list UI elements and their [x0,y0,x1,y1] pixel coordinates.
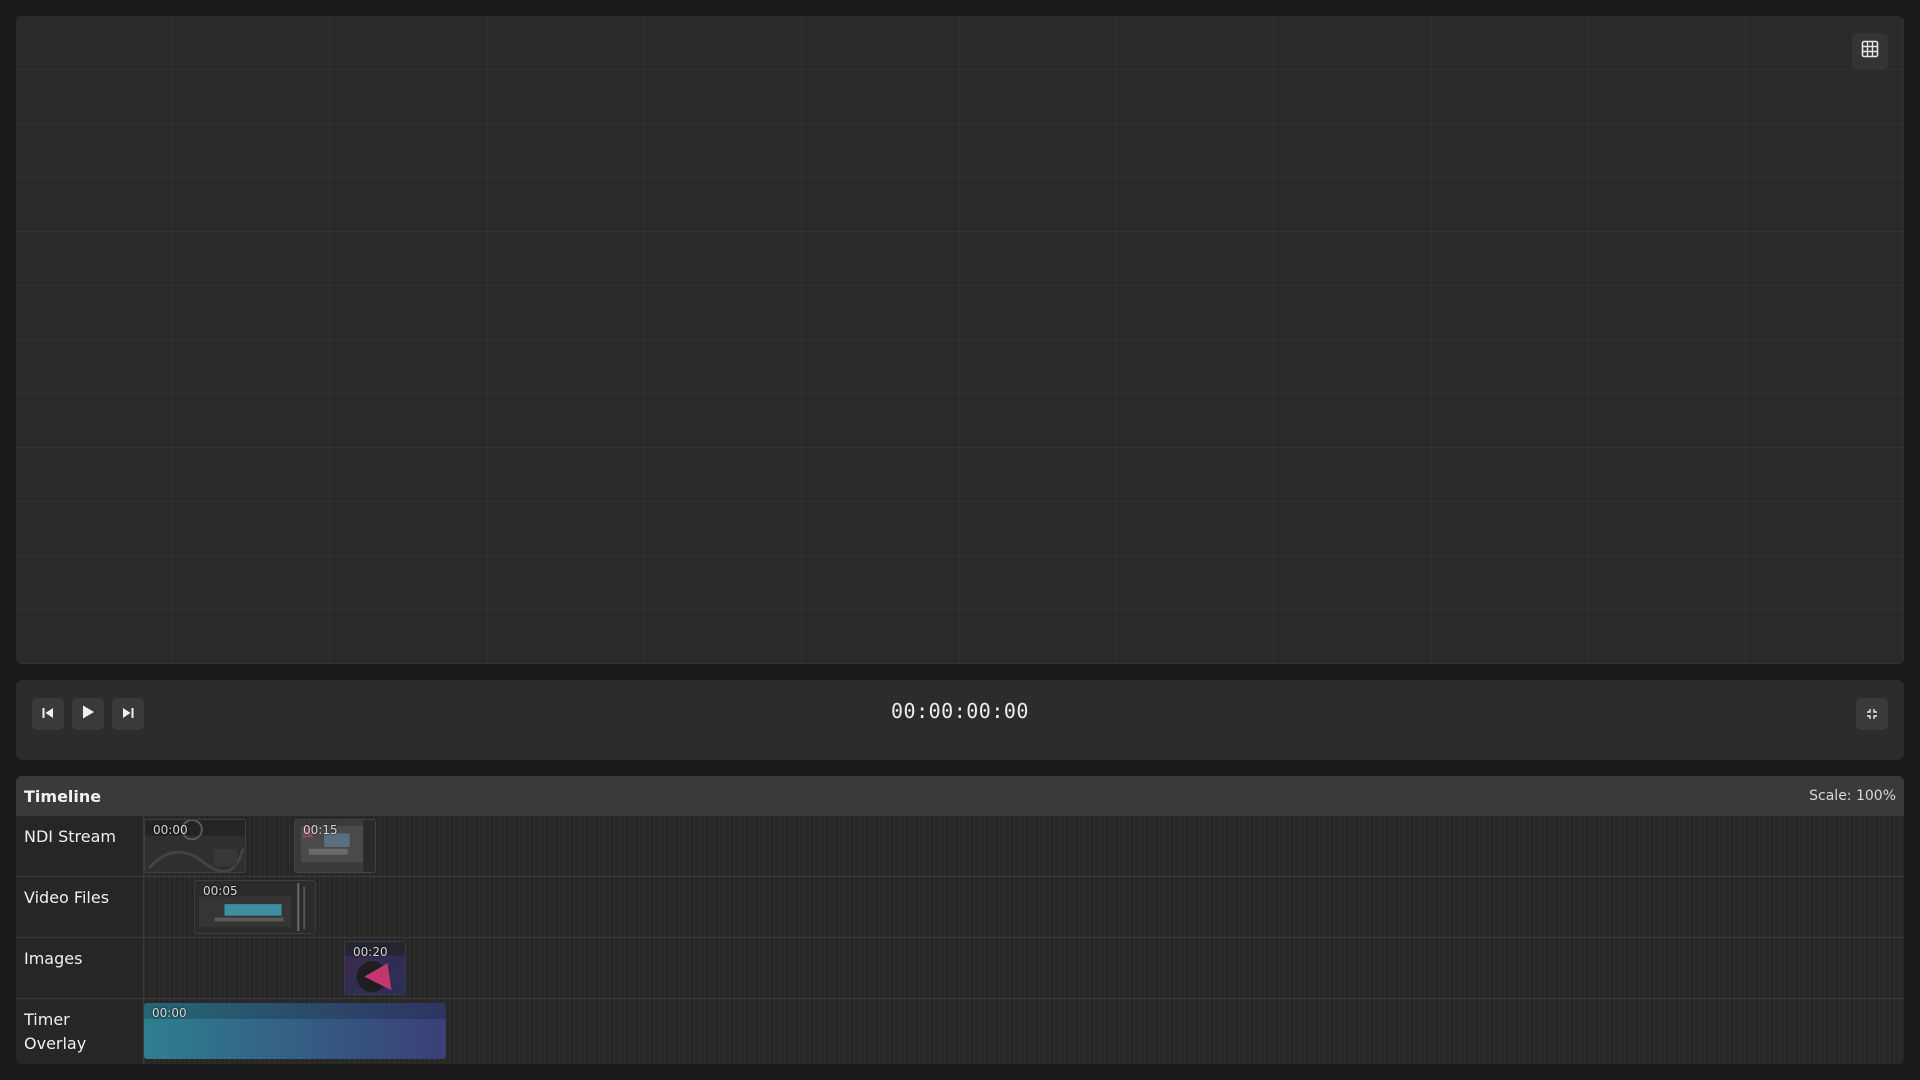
timer-overlay-gradient [144,1003,446,1019]
timeline-scale: Scale: 100% [1809,788,1896,804]
track-lane[interactable]: 00:00 [144,999,1904,1064]
track-video-files: Video Files 00:05 [16,877,1904,938]
track-label: Timer Overlay [16,999,144,1064]
track-label: Video Files [16,877,144,937]
timeline-header: Timeline Scale: 100% [16,776,1904,816]
image-clip[interactable]: 00:20 [344,941,406,995]
transport-bar: 00:00:00:00 [16,680,1904,760]
track-ndi-stream: NDI Stream 00:00 00:15 [16,816,1904,877]
preview-canvas[interactable] [16,16,1904,664]
timer-overlay-clip[interactable]: 00:00 [144,1003,446,1059]
timeline-title: Timeline [24,786,102,806]
clip-time: 00:05 [203,884,238,898]
collapse-icon [1866,705,1878,724]
track-label: NDI Stream [16,816,144,876]
track-lane[interactable]: 00:05 [144,877,1904,937]
collapse-button[interactable] [1856,698,1888,730]
grid-toggle-button[interactable] [1852,33,1888,69]
track-label: Images [16,938,144,998]
timecode-display: 00:00:00:00 [891,699,1029,723]
clip-time: 00:20 [353,945,388,959]
track-timer-overlay: Timer Overlay 00:00 [16,999,1904,1064]
ndi-clip[interactable]: 00:15 [294,819,376,873]
track-lane[interactable]: 00:20 [144,938,1904,998]
clip-time: 00:00 [152,1006,187,1020]
clip-time: 00:15 [303,823,338,837]
video-clip[interactable]: 00:05 [194,880,316,934]
ndi-clip[interactable]: 00:00 [144,819,246,873]
clip-time: 00:00 [153,823,188,837]
track-images: Images 00:20 [16,938,1904,999]
timeline-panel: Timeline Scale: 100% NDI Stream 00:00 00… [16,776,1904,1064]
grid-icon [1861,40,1879,62]
track-lane[interactable]: 00:00 00:15 [144,816,1904,876]
